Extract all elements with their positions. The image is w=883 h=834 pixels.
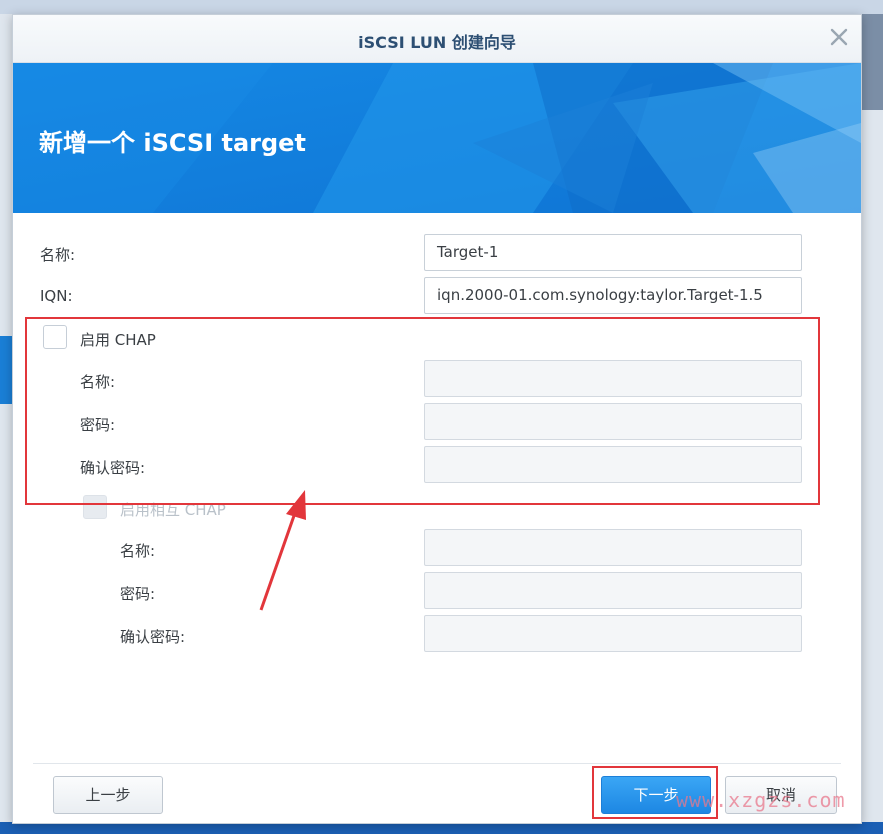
- iscsi-lun-wizard-dialog: iSCSI LUN 创建向导 新增一个 iSCSI target 名称: Tar…: [12, 14, 862, 824]
- mutual-chap-password-input[interactable]: [424, 572, 802, 609]
- iqn-label: IQN:: [40, 287, 73, 305]
- wizard-banner: 新增一个 iSCSI target: [13, 63, 861, 213]
- desktop-background-top: [0, 0, 883, 14]
- enable-mutual-chap-checkbox[interactable]: [83, 495, 107, 519]
- chap-password-label: 密码:: [80, 416, 116, 434]
- dialog-title: iSCSI LUN 创建向导: [358, 33, 516, 52]
- mutual-chap-name-label: 名称:: [120, 542, 156, 560]
- wizard-step-title: 新增一个 iSCSI target: [39, 129, 306, 157]
- mutual-chap-confirm-password-label: 确认密码:: [120, 628, 186, 646]
- mutual-chap-name-input[interactable]: [424, 529, 802, 566]
- target-name-input[interactable]: Target-1: [424, 234, 802, 271]
- close-icon[interactable]: [827, 25, 851, 49]
- chap-name-input[interactable]: [424, 360, 802, 397]
- mutual-chap-confirm-password-input[interactable]: [424, 615, 802, 652]
- enable-chap-checkbox[interactable]: [43, 325, 67, 349]
- iqn-input[interactable]: iqn.2000-01.com.synology:taylor.Target-1…: [424, 277, 802, 314]
- footer-divider: [33, 763, 841, 764]
- chap-confirm-password-label: 确认密码:: [80, 459, 146, 477]
- target-name-label: 名称:: [40, 246, 76, 264]
- enable-mutual-chap-label: 启用相互 CHAP: [120, 501, 226, 519]
- chap-confirm-password-input[interactable]: [424, 446, 802, 483]
- chap-password-input[interactable]: [424, 403, 802, 440]
- enable-chap-label: 启用 CHAP: [80, 331, 156, 349]
- dialog-titlebar: iSCSI LUN 创建向导: [13, 15, 861, 63]
- back-button[interactable]: 上一步: [53, 776, 163, 814]
- chap-name-label: 名称:: [80, 373, 116, 391]
- site-watermark: www.xzgzs.com: [676, 788, 846, 812]
- mutual-chap-password-label: 密码:: [120, 585, 156, 603]
- desktop-background-right: [862, 14, 883, 110]
